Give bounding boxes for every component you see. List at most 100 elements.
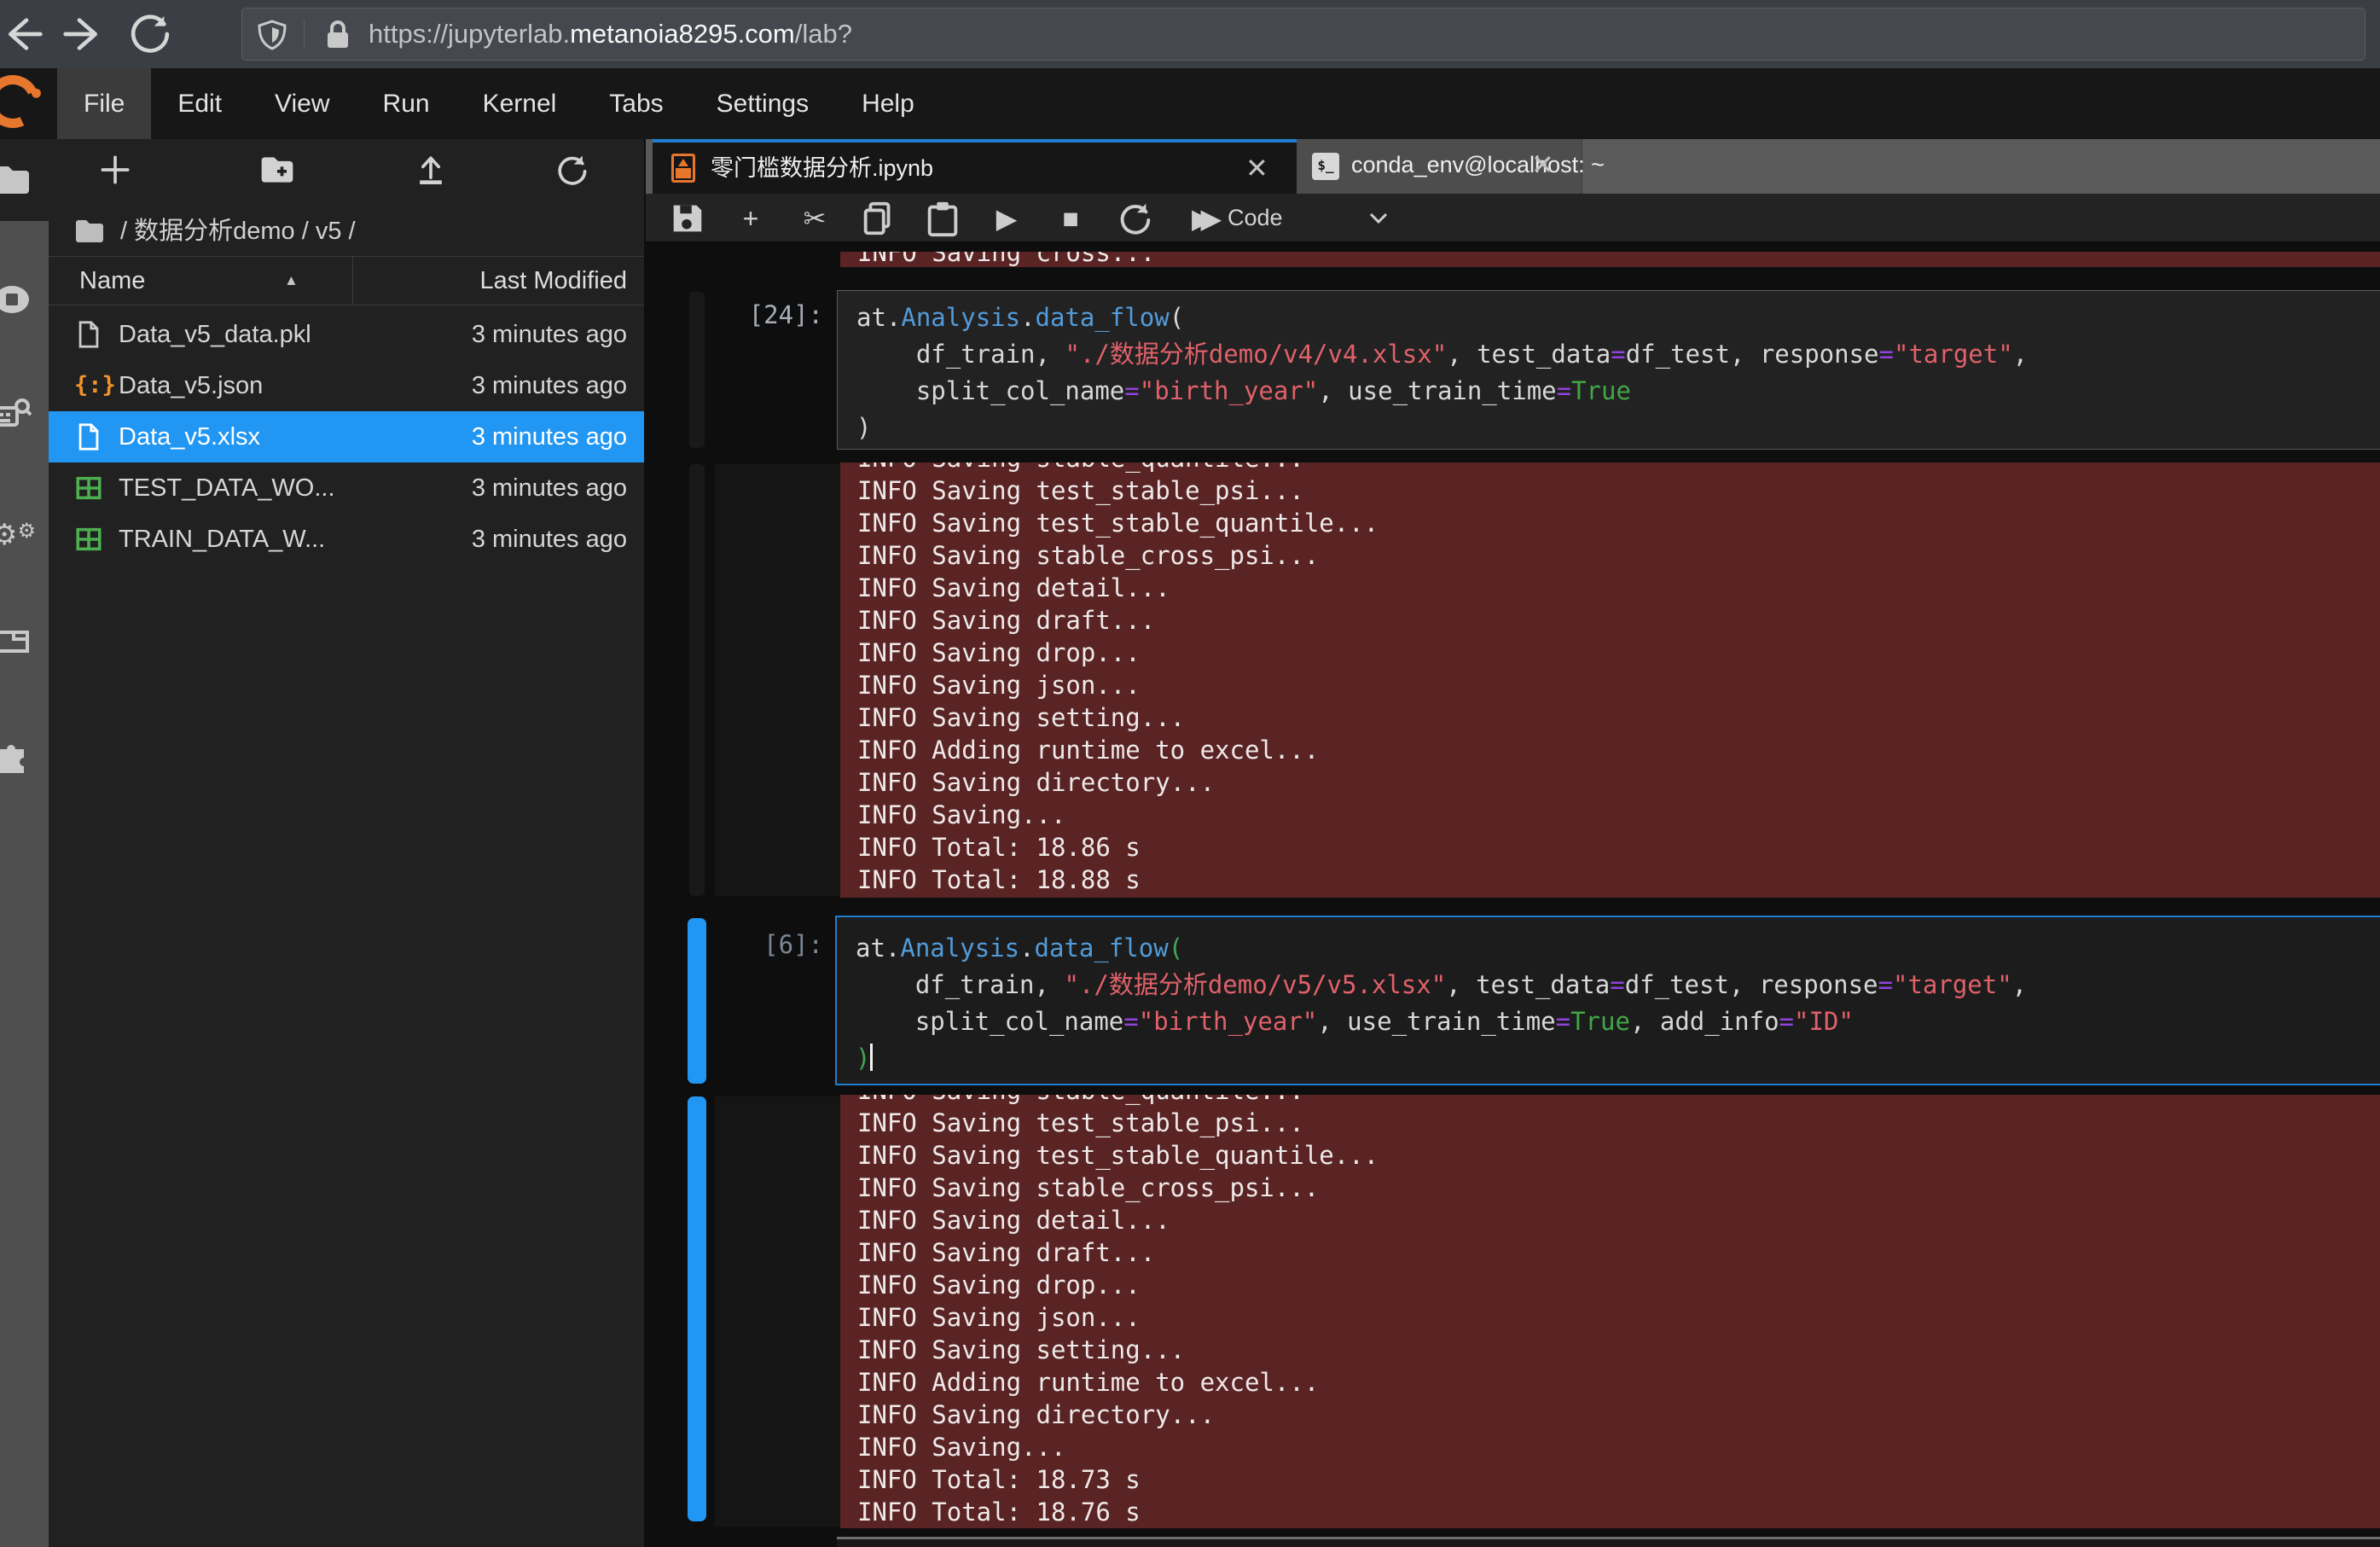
tab-active[interactable]: 零门槛数据分析.ipynb✕ (653, 139, 1297, 194)
sort-ascending-icon[interactable]: ▲ (284, 257, 299, 305)
menu-item-view[interactable]: View (248, 68, 356, 139)
breadcrumb[interactable]: / 数据分析demo / v5 / (49, 212, 644, 250)
restart-kernel-button[interactable] (1115, 199, 1154, 238)
column-name[interactable]: Name (79, 257, 145, 305)
new-launcher-button[interactable] (96, 151, 134, 189)
output-line: INFO Saving directory... (857, 1399, 2380, 1431)
copy-cells-button[interactable] (859, 199, 898, 238)
reload-icon[interactable] (126, 10, 174, 58)
refresh-button[interactable] (553, 151, 590, 189)
paste-cells-button[interactable] (923, 199, 962, 238)
tab-inactive[interactable]: $_conda_env@localhost: ~✕ (1297, 139, 1582, 194)
close-icon[interactable]: ✕ (1531, 139, 1554, 190)
restart-run-all-button[interactable]: ▶▶ (1179, 199, 1218, 238)
active-output-collapser[interactable] (688, 1096, 706, 1521)
sidebar-item-running-kernels[interactable] (0, 259, 49, 340)
file-row[interactable]: TRAIN_DATA_W...3 minutes ago (49, 514, 644, 565)
sidebar-item-extension-manager[interactable] (0, 713, 49, 795)
file-name: TEST_DATA_WO... (119, 462, 335, 514)
file-name: Data_v5.xlsx (119, 411, 260, 462)
app-logo-icon[interactable] (0, 67, 47, 135)
file-row[interactable]: TEST_DATA_WO...3 minutes ago (49, 462, 644, 514)
menu-item-file[interactable]: File (57, 68, 151, 139)
output-line: INFO Saving draft... (857, 1236, 2380, 1269)
cut-cells-button[interactable]: ✂ (795, 199, 834, 238)
output-line: INFO Saving stable_quantile... (857, 1095, 2380, 1107)
output-line: INFO Saving setting... (857, 701, 2380, 734)
execution-prompt: [6]: (694, 930, 823, 959)
cell-output-stderr: INFO Saving stable_quantile... INFO Savin… (840, 462, 2380, 898)
output-line: INFO Total: 18.88 s (857, 864, 2380, 896)
terminal-icon: $_ (1312, 153, 1339, 180)
code-line: at.Analysis.data_flow( (856, 300, 2380, 336)
left-sidebar: ⚙⚙ (0, 139, 49, 1547)
code-line: split_col_name="birth_year", use_train_t… (856, 1003, 2380, 1040)
file-browser-panel: / 数据分析demo / v5 / Name ▲ Last Modified D… (49, 139, 644, 1547)
run-button[interactable]: ▶ (987, 199, 1026, 238)
output-line: INFO Saving directory... (857, 766, 2380, 799)
upload-button[interactable] (412, 151, 450, 189)
file-row[interactable]: {:}Data_v5.json3 minutes ago (49, 360, 644, 411)
menu-item-tabs[interactable]: Tabs (583, 68, 689, 139)
file-modified: 3 minutes ago (472, 360, 627, 411)
url-divider (304, 20, 305, 49)
next-cell-edge (837, 1537, 2380, 1547)
interrupt-kernel-button[interactable]: ■ (1051, 199, 1090, 238)
menu-item-settings[interactable]: Settings (690, 68, 835, 139)
code-line: ) (856, 1040, 2380, 1077)
folder-icon (74, 216, 105, 247)
forward-icon[interactable] (61, 10, 109, 58)
clipped-output-strip: INFO Saving cross... (840, 252, 2380, 267)
lock-icon[interactable] (324, 20, 351, 50)
close-icon[interactable]: ✕ (1245, 142, 1268, 194)
output-prompt-column (715, 1096, 840, 1527)
menu-items: FileEditViewRunKernelTabsSettingsHelp (57, 68, 941, 139)
file-name: Data_v5_data.pkl (119, 309, 311, 360)
output-line: INFO Saving... (857, 1431, 2380, 1463)
code-line: df_train, "./数据分析demo/v5/v5.xlsx", test_… (856, 967, 2380, 1003)
add-cell-button[interactable]: + (731, 199, 770, 238)
output-line: INFO Saving detail... (857, 572, 2380, 604)
sidebar-item-file-browser[interactable] (0, 139, 49, 221)
back-icon[interactable] (0, 10, 44, 58)
menu-item-run[interactable]: Run (357, 68, 456, 139)
file-modified: 3 minutes ago (472, 309, 627, 360)
save-button[interactable] (667, 199, 706, 238)
code-editor[interactable]: at.Analysis.data_flow( df_train, "./数据分析… (837, 917, 2380, 1077)
menu-item-kernel[interactable]: Kernel (456, 68, 583, 139)
output-line: INFO Saving test_stable_psi... (857, 1107, 2380, 1139)
menu-item-edit[interactable]: Edit (151, 68, 248, 139)
code-cell[interactable]: at.Analysis.data_flow( df_train, "./数据分析… (837, 290, 2380, 450)
sidebar-item-command-palette[interactable] (0, 374, 49, 456)
output-line: INFO Total: 18.86 s (857, 831, 2380, 864)
output-prompt-column (715, 464, 840, 896)
file-name: TRAIN_DATA_W... (119, 514, 325, 565)
cell-type-dropdown[interactable]: Code (1228, 194, 1283, 242)
clipped-output-text: INFO Saving cross... (840, 252, 2380, 267)
active-code-cell[interactable]: at.Analysis.data_flow( df_train, "./数据分析… (835, 916, 2380, 1085)
file-modified: 3 minutes ago (472, 411, 627, 462)
code-editor[interactable]: at.Analysis.data_flow( df_train, "./数据分析… (838, 291, 2380, 446)
puzzle-icon (0, 734, 32, 775)
sidebar-item-open-tabs[interactable] (0, 600, 49, 682)
file-row[interactable]: Data_v5_data.pkl 3 minutes ago (49, 309, 644, 360)
output-line: INFO Saving stable_cross_psi... (857, 1172, 2380, 1204)
notebook-toolbar: Code + ✂ ▶ ■ ▶▶ (646, 194, 2380, 242)
column-last-modified[interactable]: Last Modified (480, 257, 628, 305)
gears-icon: ⚙⚙ (0, 511, 32, 552)
breadcrumb-path[interactable]: / 数据分析demo / v5 / (120, 212, 356, 250)
browser-chrome: https://jupyterlab.metanoia8295.com/lab? (0, 0, 2380, 68)
menu-item-help[interactable]: Help (835, 68, 941, 139)
sidebar-item-property-inspector[interactable]: ⚙⚙ (0, 491, 49, 573)
file-row[interactable]: Data_v5.xlsx 3 minutes ago (49, 411, 644, 462)
url-bar[interactable]: https://jupyterlab.metanoia8295.com/lab? (241, 8, 2365, 61)
chevron-down-icon[interactable] (1369, 212, 1388, 224)
shield-icon[interactable] (258, 20, 287, 50)
output-collapser[interactable] (689, 464, 705, 896)
output-line: INFO Total: 18.76 s (857, 1496, 2380, 1528)
file-icon (74, 422, 103, 451)
file-icon (74, 320, 103, 349)
output-line: INFO Saving stable_quantile... (857, 462, 2380, 474)
file-list: Data_v5_data.pkl 3 minutes ago{:}Data_v5.… (49, 309, 644, 565)
new-folder-button[interactable] (258, 151, 296, 189)
